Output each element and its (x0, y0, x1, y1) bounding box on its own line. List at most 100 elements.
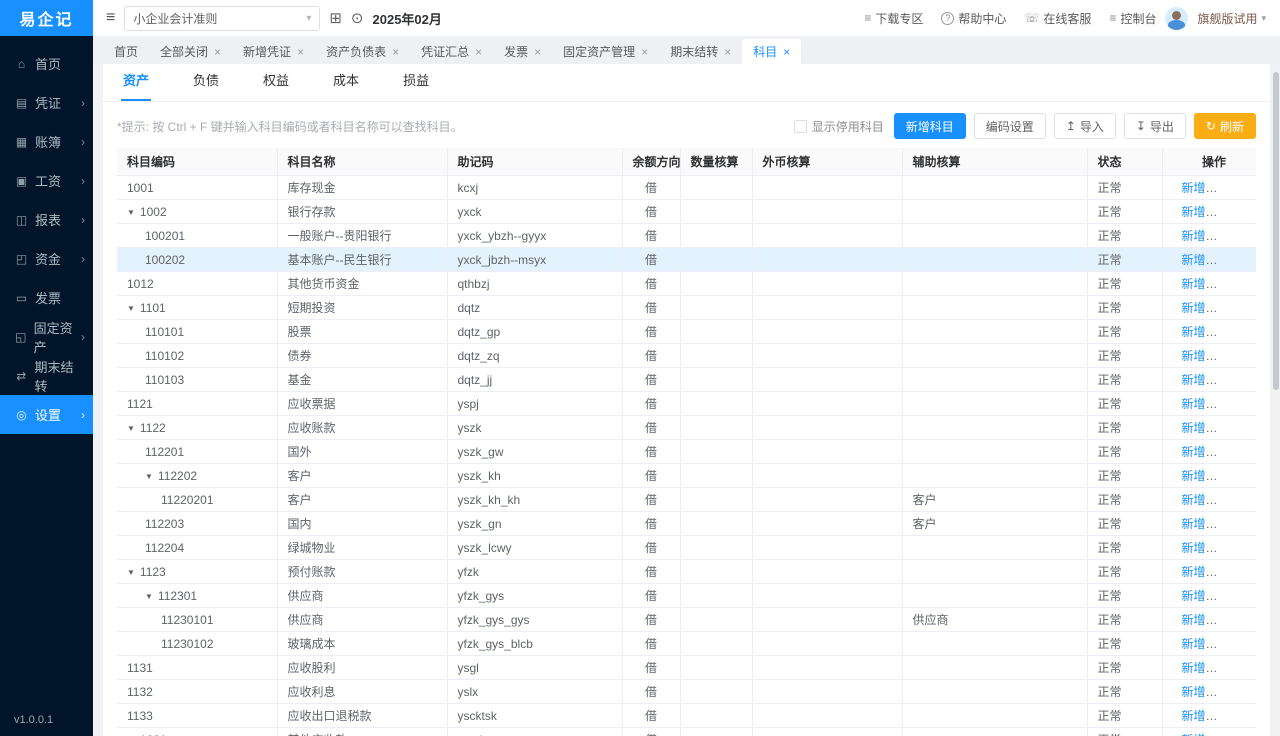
table-row[interactable]: 11230101供应商yfzk_gys_gys借供应商正常新增编辑删除 (117, 607, 1256, 632)
add-child-link[interactable]: 新增 (1182, 469, 1206, 483)
caret-down-icon[interactable]: ▼ (145, 592, 153, 601)
edit-link[interactable]: 编辑 (1215, 589, 1239, 603)
add-child-link[interactable]: 新增 (1182, 349, 1206, 363)
sidebar-item-salary[interactable]: ▣ 工资 › (0, 161, 93, 200)
delete-link[interactable]: 删除 (1248, 253, 1256, 267)
edit-link[interactable]: 编辑 (1215, 253, 1239, 267)
add-child-link[interactable]: 新增 (1182, 445, 1206, 459)
table-row[interactable]: 112203国内yszk_gn借客户正常新增编辑删除 (117, 511, 1256, 536)
add-child-link[interactable]: 新增 (1182, 565, 1206, 579)
edit-link[interactable]: 编辑 (1215, 205, 1239, 219)
table-row[interactable]: ▼ 1123 预付账款 yfzk 借正常 新增 编辑 (117, 559, 1256, 584)
chevron-down-icon[interactable]: ▾ (1261, 13, 1266, 24)
sidebar-item-voucher[interactable]: ▤ 凭证 › (0, 83, 93, 122)
table-row[interactable]: 110102 债券 dqtz_zq 借正常 新增 编辑 (117, 343, 1256, 368)
caret-down-icon[interactable]: ▼ (127, 208, 135, 217)
sidebar-item-period-end[interactable]: ⇄ 期末结转 (0, 356, 93, 395)
sidebar-item-ledger[interactable]: ▦ 账簿 › (0, 122, 93, 161)
table-row[interactable]: 110103 基金 dqtz_jj 借正常 新增 编辑 (117, 367, 1256, 392)
caret-down-icon[interactable]: ▼ (145, 472, 153, 481)
period-target-icon[interactable]: ⊙ (351, 9, 364, 27)
edit-link[interactable]: 编辑 (1215, 277, 1239, 291)
edit-link[interactable]: 编辑 (1215, 613, 1239, 627)
import-button[interactable]: ↥ 导入 (1053, 113, 1116, 139)
add-subject-button[interactable]: 新增科目 (893, 113, 966, 139)
edit-link[interactable]: 编辑 (1215, 661, 1239, 675)
topbar-link-help-center[interactable]: ? 帮助中心 (941, 10, 1006, 27)
delete-link[interactable]: 删除 (1248, 445, 1256, 459)
sidebar-item-fixed-assets[interactable]: ◱ 固定资产 › (0, 317, 93, 356)
delete-link[interactable]: 删除 (1248, 469, 1256, 483)
tab-home[interactable]: 首页 (103, 39, 149, 64)
table-row[interactable]: ▼ 1101 短期投资 dqtz 借正常 新增 编辑 (117, 295, 1256, 320)
edit-link[interactable]: 编辑 (1215, 229, 1239, 243)
tab-invoice[interactable]: 发票 × (493, 39, 552, 64)
table-row[interactable]: 1133 应收出口退税款 yscktsk 借正常 新增 编辑 (117, 703, 1256, 728)
add-child-link[interactable]: 新增 (1182, 301, 1206, 315)
close-tab-icon[interactable]: × (783, 46, 790, 58)
close-tab-icon[interactable]: × (534, 46, 541, 58)
tab-balance-sheet[interactable]: 资产负债表 × (315, 39, 410, 64)
close-tab-icon[interactable]: × (475, 46, 482, 58)
caret-down-icon[interactable]: ▼ (127, 568, 135, 577)
edit-link[interactable]: 编辑 (1215, 445, 1239, 459)
table-row[interactable]: ▼ 1002 银行存款 yxck 借正常 新增 编辑 (117, 199, 1256, 224)
tab-voucher-summary[interactable]: 凭证汇总 × (410, 39, 493, 64)
tab-subjects[interactable]: 科目 × (742, 39, 802, 64)
add-child-link[interactable]: 新增 (1182, 709, 1206, 723)
subtab-profit-loss[interactable]: 损益 (401, 70, 431, 101)
sidebar-item-home[interactable]: ⌂ 首页 (0, 44, 93, 83)
add-child-link[interactable]: 新增 (1182, 613, 1206, 627)
add-account-set-icon[interactable]: ⊞ (329, 9, 342, 27)
edit-link[interactable]: 编辑 (1215, 709, 1239, 723)
add-child-link[interactable]: 新增 (1182, 493, 1206, 507)
current-period[interactable]: 2025年02月 (373, 9, 442, 28)
table-row[interactable]: 100202基本账户--民生银行yxck_jbzh--msyx借正常新增编辑删除 (117, 247, 1256, 272)
edit-link[interactable]: 编辑 (1215, 181, 1239, 195)
avatar[interactable] (1165, 6, 1189, 30)
add-child-link[interactable]: 新增 (1182, 661, 1206, 675)
add-child-link[interactable]: 新增 (1182, 541, 1206, 555)
delete-link[interactable]: 删除 (1248, 517, 1256, 531)
edit-link[interactable]: 编辑 (1215, 325, 1239, 339)
subtab-equity[interactable]: 权益 (261, 70, 291, 101)
topbar-link-console[interactable]: ≡ 控制台 (1109, 10, 1156, 27)
add-child-link[interactable]: 新增 (1182, 181, 1206, 195)
export-button[interactable]: ↧ 导出 (1123, 113, 1186, 139)
add-child-link[interactable]: 新增 (1182, 205, 1206, 219)
caret-down-icon[interactable]: ▼ (127, 304, 135, 313)
edit-link[interactable]: 编辑 (1215, 349, 1239, 363)
table-row[interactable]: 11220201客户yszk_kh_kh借客户正常新增编辑删除 (117, 487, 1256, 512)
edit-link[interactable]: 编辑 (1215, 421, 1239, 435)
topbar-link-online-service[interactable]: ☏ 在线客服 (1024, 10, 1091, 27)
subtab-cost[interactable]: 成本 (331, 70, 361, 101)
edit-link[interactable]: 编辑 (1215, 517, 1239, 531)
delete-link[interactable]: 删除 (1248, 637, 1256, 651)
table-row[interactable]: 1001 库存现金 kcxj 借正常 新增 编辑 (117, 175, 1256, 200)
show-disabled-checkbox[interactable]: 显示停用科目 (793, 118, 884, 135)
table-row[interactable]: ▼ 1122 应收账款 yszk 借正常 新增 编辑 (117, 415, 1256, 440)
table-row[interactable]: 1132 应收利息 yslx 借正常 新增 编辑 (117, 679, 1256, 704)
close-tab-icon[interactable]: × (214, 46, 221, 58)
caret-down-icon[interactable]: ▼ (127, 424, 135, 433)
tab-fixed-assets-mgmt[interactable]: 固定资产管理 × (552, 39, 659, 64)
edit-link[interactable]: 编辑 (1215, 565, 1239, 579)
edit-link[interactable]: 编辑 (1215, 685, 1239, 699)
tab-new-voucher[interactable]: 新增凭证 × (232, 39, 315, 64)
table-row[interactable]: 112204绿城物业yszk_lcwy借正常新增编辑删除 (117, 535, 1256, 560)
add-child-link[interactable]: 新增 (1182, 685, 1206, 699)
tab-close-all[interactable]: 全部关闭 × (149, 39, 232, 64)
topbar-link-download-area[interactable]: ≡ 下载专区 (864, 10, 923, 27)
add-child-link[interactable]: 新增 (1182, 421, 1206, 435)
close-tab-icon[interactable]: × (297, 46, 304, 58)
edit-link[interactable]: 编辑 (1215, 541, 1239, 555)
table-row[interactable]: ▼1221其他应收款qtysk借 正常新增编辑 (117, 727, 1256, 736)
table-row[interactable]: 112201国外yszk_gw借正常新增编辑删除 (117, 439, 1256, 464)
delete-link[interactable]: 删除 (1248, 613, 1256, 627)
table-row[interactable]: ▼112301供应商yfzk_gys借正常新增编辑删除 (117, 583, 1256, 608)
table-row[interactable]: 1121 应收票据 yspj 借正常 新增 编辑 (117, 391, 1256, 416)
edit-link[interactable]: 编辑 (1215, 469, 1239, 483)
subtab-assets[interactable]: 资产 (121, 70, 152, 101)
add-child-link[interactable]: 新增 (1182, 253, 1206, 267)
add-child-link[interactable]: 新增 (1182, 589, 1206, 603)
